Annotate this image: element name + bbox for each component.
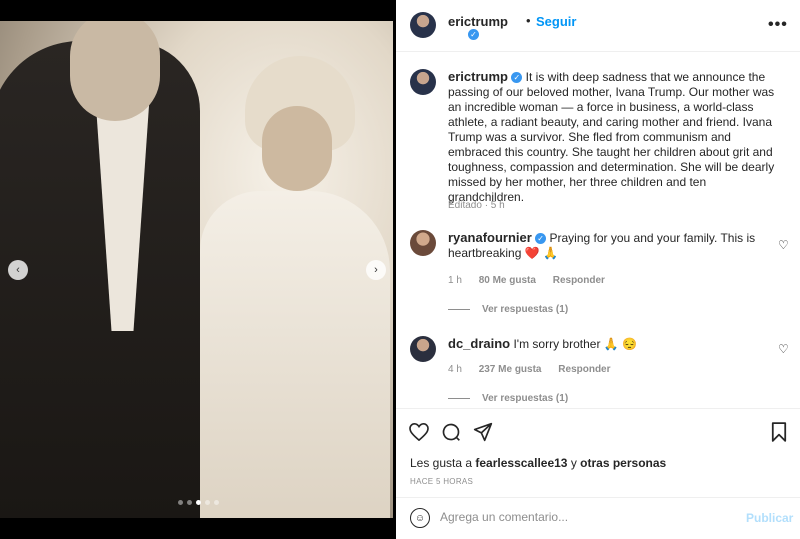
post-timestamp[interactable]: HACE 5 HORAS [410,477,473,486]
view-replies-label: Ver respuestas (1) [482,393,569,404]
post-actions: Les gusta a fearlesscallee13 y otras per… [396,408,800,497]
reply-button[interactable]: Responder [553,275,605,286]
view-replies-button[interactable]: Ver respuestas (1) [448,393,568,404]
publish-button[interactable]: Publicar [746,511,793,525]
caption-meta: Editado · 5 h [448,200,505,211]
other-likers-link[interactable]: otras personas [580,456,666,470]
post-header: erictrump ✓ • Seguir ••• [396,0,800,52]
media-pagination-dots [178,500,219,505]
share-icon[interactable] [472,421,494,443]
commenter-username[interactable]: ryanafournier [448,230,532,245]
comment-item: ryanafournier ✓ Praying for you and your… [410,230,790,320]
header-separator: • [526,13,531,28]
comment-likes-count[interactable]: 237 Me gusta [479,364,542,375]
likes-summary: Les gusta a fearlesscallee13 y otras per… [410,456,666,470]
pagination-dot [205,500,210,505]
commenter-avatar[interactable] [410,230,436,256]
author-avatar[interactable] [410,12,436,38]
caption-text: It is with deep sadness that we announce… [448,70,775,204]
pagination-dot [187,500,192,505]
caption-username[interactable]: erictrump [448,69,508,84]
comment-body: dc_draino I'm sorry brother 🙏 😔 [448,336,778,352]
add-comment-bar: ☺ Publicar [396,497,800,539]
post-side-panel: erictrump ✓ • Seguir ••• erictrump ✓ It … [396,0,800,539]
follow-button[interactable]: Seguir [536,14,576,29]
media-panel: ‹ › [0,0,396,539]
chevron-right-icon: › [374,264,378,276]
comment-meta: 1 h 80 Me gusta Responder [448,275,619,286]
caption-body: erictrump ✓ It is with deep sadness that… [448,69,778,205]
comment-body: ryanafournier ✓ Praying for you and your… [448,230,778,261]
pagination-dot [178,500,183,505]
likes-connector: y [570,456,577,470]
comment-emoji: 🙏 😔 [603,337,638,351]
liker-username[interactable]: fearlesscallee13 [475,456,567,470]
more-options-icon[interactable]: ••• [768,16,788,34]
pagination-dot [214,500,219,505]
post-caption: erictrump ✓ It is with deep sadness that… [410,69,790,211]
chevron-left-icon: ‹ [16,264,20,276]
comment-age: 1 h [448,275,462,286]
comment-age: 4 h [448,364,462,375]
view-replies-label: Ver respuestas (1) [482,304,569,315]
photo-head-man [70,21,160,121]
comment-like-heart-icon[interactable]: ♡ [778,238,789,252]
view-replies-button[interactable]: Ver respuestas (1) [448,304,568,315]
comment-text: I'm sorry brother [513,337,601,351]
photo-figure-woman [200,191,390,518]
author-username[interactable]: erictrump [448,14,508,29]
author-avatar[interactable] [410,69,436,95]
comment-like-heart-icon[interactable]: ♡ [778,342,789,356]
next-media-button[interactable]: › [366,260,386,280]
comment-icon[interactable] [440,421,462,443]
comment-meta: 4 h 237 Me gusta Responder [448,364,625,375]
post-photo[interactable] [0,21,393,518]
verified-badge-icon: ✓ [468,29,479,40]
comment-likes-count[interactable]: 80 Me gusta [479,275,536,286]
heart-icon[interactable] [408,421,430,443]
likes-prefix: Les gusta a [410,456,473,470]
verified-badge-icon: ✓ [535,233,547,245]
reply-button[interactable]: Responder [558,364,610,375]
pagination-dot-active [196,500,201,505]
comment-input[interactable] [440,506,730,528]
comments-scroll-area[interactable]: erictrump ✓ It is with deep sadness that… [396,53,800,408]
comment-item: dc_draino I'm sorry brother 🙏 😔 ♡ 4 h 23… [410,336,790,408]
instagram-post-modal: ‹ › erictrump ✓ • Seguir ••• erictrump ✓… [0,0,800,539]
bookmark-icon[interactable] [768,421,790,443]
commenter-username[interactable]: dc_draino [448,336,510,351]
verified-badge-icon: ✓ [511,72,523,84]
commenter-avatar[interactable] [410,336,436,362]
comment-emoji: ❤️ 🙏 [524,246,558,260]
previous-media-button[interactable]: ‹ [8,260,28,280]
replies-divider [448,309,470,310]
replies-divider [448,398,470,399]
photo-face-woman [262,106,332,191]
emoji-picker-icon[interactable]: ☺ [410,508,430,528]
